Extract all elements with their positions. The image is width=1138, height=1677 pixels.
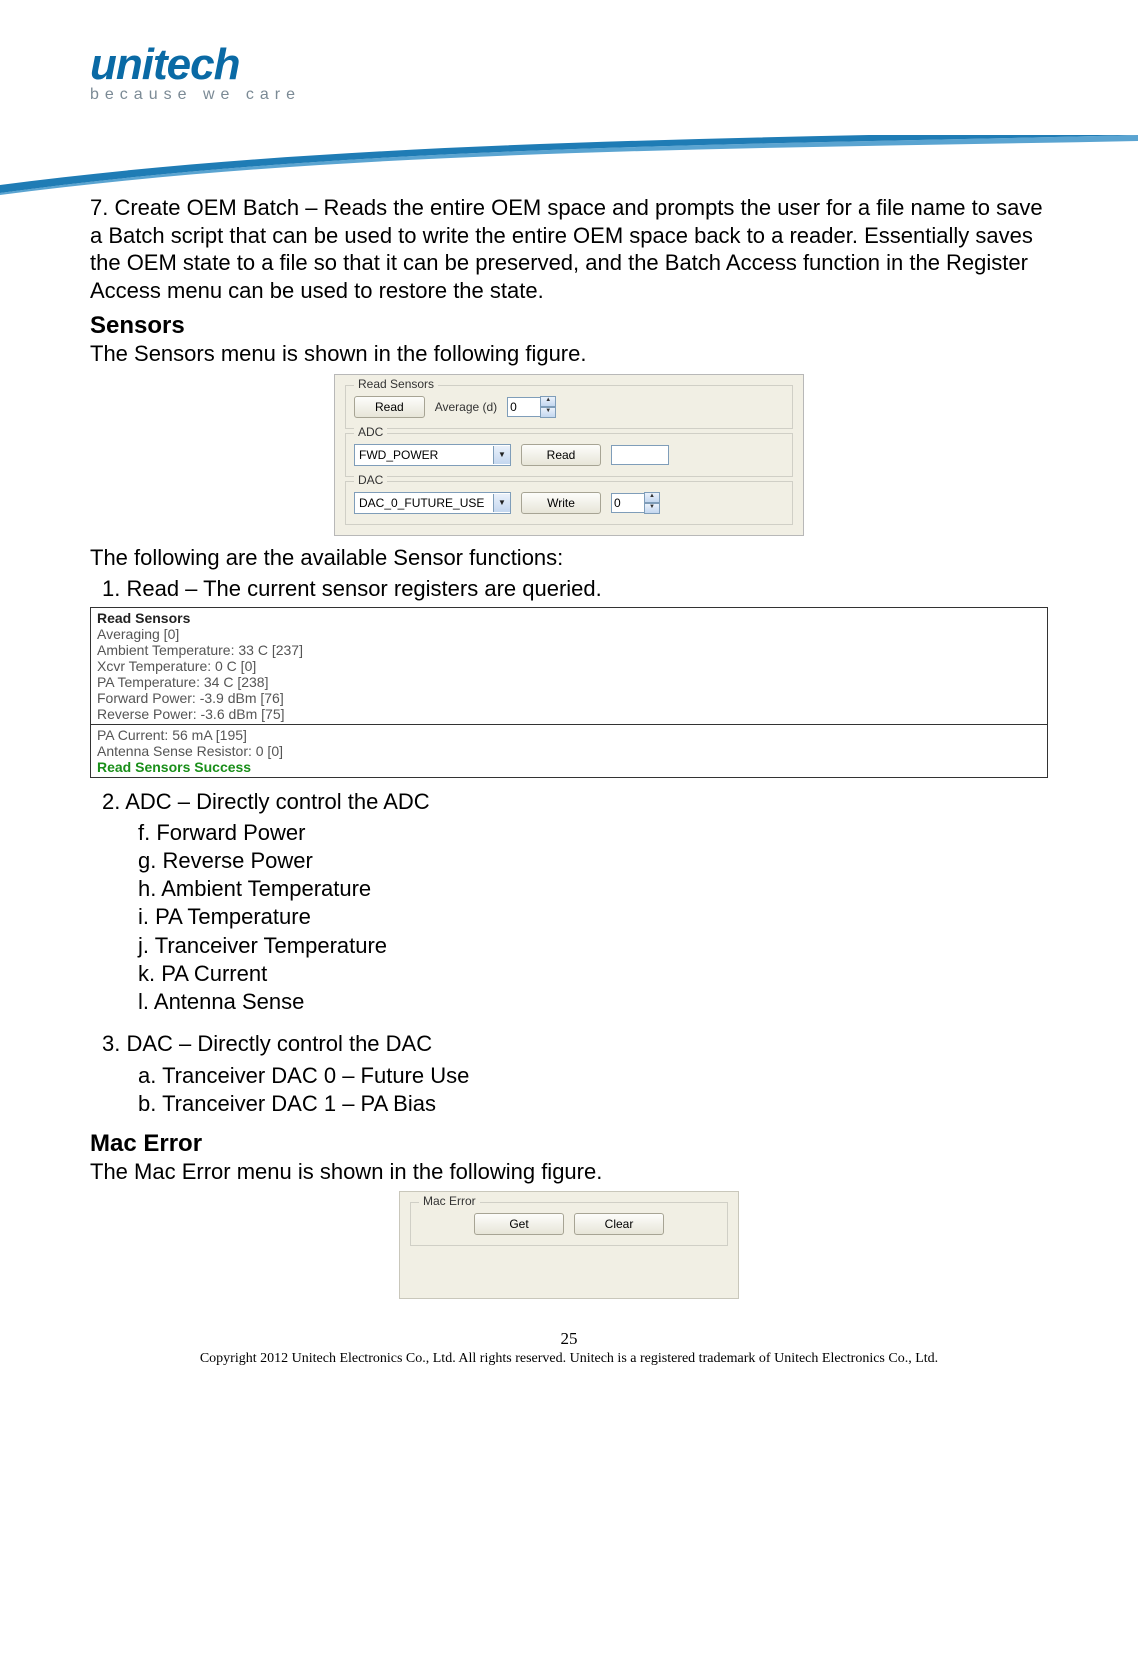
page-number: 25 — [90, 1329, 1048, 1349]
logo-area: unitech because we care — [90, 40, 1048, 104]
copyright-text: Copyright 2012 Unitech Electronics Co., … — [90, 1351, 1048, 1367]
adc-combobox[interactable]: FWD_POWER ▼ — [354, 444, 511, 466]
adc-group: ADC FWD_POWER ▼ Read — [345, 433, 793, 477]
mac-error-intro: The Mac Error menu is shown in the follo… — [90, 1158, 1048, 1186]
spin-down-icon[interactable]: ▼ — [540, 407, 556, 418]
dac-value-input[interactable] — [611, 493, 645, 513]
dac-group: DAC DAC_0_FUTURE_USE ▼ Write ▲ ▼ — [345, 481, 793, 525]
dac-selected-value: DAC_0_FUTURE_USE — [355, 496, 493, 510]
adc-selected-value: FWD_POWER — [355, 448, 493, 462]
dac-combobox[interactable]: DAC_0_FUTURE_USE ▼ — [354, 492, 511, 514]
chevron-down-icon[interactable]: ▼ — [493, 446, 510, 464]
adc-read-button[interactable]: Read — [521, 444, 601, 466]
dac-sub-item: a. Tranceiver DAC 0 – Future Use — [138, 1062, 1048, 1090]
sensor-item-3: 3. DAC – Directly control the DAC — [102, 1030, 1048, 1058]
paragraph-7: 7. Create OEM Batch – Reads the entire O… — [90, 194, 1048, 304]
mac-error-group-title: Mac Error — [419, 1194, 480, 1208]
read-output-line: Forward Power: -3.9 dBm [76] — [97, 690, 1041, 706]
adc-sub-item: g. Reverse Power — [138, 847, 1048, 875]
read-sensors-group-title: Read Sensors — [354, 377, 438, 391]
adc-sub-item: k. PA Current — [138, 960, 1048, 988]
read-sensors-output: Read Sensors Averaging [0] Ambient Tempe… — [90, 607, 1048, 778]
logo-tagline: because we care — [90, 86, 1048, 104]
average-value-input[interactable] — [507, 397, 541, 417]
sensor-item-2: 2. ADC – Directly control the ADC — [102, 788, 1048, 816]
chevron-down-icon[interactable]: ▼ — [493, 494, 510, 512]
section-title-mac-error: Mac Error — [90, 1130, 1048, 1158]
adc-sub-item: f. Forward Power — [138, 819, 1048, 847]
dac-write-button[interactable]: Write — [521, 492, 601, 514]
dac-group-title: DAC — [354, 473, 387, 487]
mac-error-group: Mac Error Get Clear — [410, 1202, 728, 1246]
read-output-line: Ambient Temperature: 33 C [237] — [97, 642, 1041, 658]
spin-down-icon[interactable]: ▼ — [644, 503, 660, 514]
logo-brand: unitech — [90, 40, 1048, 90]
read-button[interactable]: Read — [354, 396, 425, 418]
average-label: Average (d) — [435, 400, 497, 414]
spin-up-icon[interactable]: ▲ — [540, 396, 556, 407]
mac-error-clear-button[interactable]: Clear — [574, 1213, 664, 1235]
adc-group-title: ADC — [354, 425, 387, 439]
adc-readout-box — [611, 445, 669, 465]
adc-sub-item: h. Ambient Temperature — [138, 875, 1048, 903]
read-output-title: Read Sensors — [97, 610, 1041, 626]
sensor-item-1: 1. Read – The current sensor registers a… — [102, 575, 1048, 603]
spin-up-icon[interactable]: ▲ — [644, 492, 660, 503]
read-output-line: PA Current: 56 mA [195] — [97, 727, 1041, 743]
footer: 25 Copyright 2012 Unitech Electronics Co… — [90, 1329, 1048, 1367]
figure-sensors-panel: Read Sensors Read Average (d) ▲ ▼ ADC — [334, 374, 804, 536]
mac-error-get-button[interactable]: Get — [474, 1213, 564, 1235]
adc-sub-item: i. PA Temperature — [138, 903, 1048, 931]
figure-mac-error-panel: Mac Error Get Clear — [399, 1191, 739, 1299]
read-sensors-group: Read Sensors Read Average (d) ▲ ▼ — [345, 385, 793, 429]
read-output-line: PA Temperature: 34 C [238] — [97, 674, 1041, 690]
dac-value-spinner[interactable]: ▲ ▼ — [611, 492, 660, 514]
read-output-success: Read Sensors Success — [97, 759, 1041, 775]
adc-sub-item: l. Antenna Sense — [138, 988, 1048, 1016]
average-spinner[interactable]: ▲ ▼ — [507, 396, 556, 418]
sensor-functions-intro: The following are the available Sensor f… — [90, 544, 1048, 572]
read-output-line: Averaging [0] — [97, 626, 1041, 642]
sensors-intro: The Sensors menu is shown in the followi… — [90, 340, 1048, 368]
section-title-sensors: Sensors — [90, 312, 1048, 340]
read-output-line: Reverse Power: -3.6 dBm [75] — [97, 706, 1041, 722]
read-output-line: Antenna Sense Resistor: 0 [0] — [97, 743, 1041, 759]
read-output-line: Xcvr Temperature: 0 C [0] — [97, 658, 1041, 674]
adc-sub-item: j. Tranceiver Temperature — [138, 932, 1048, 960]
header-swoosh-decoration — [0, 135, 1138, 195]
dac-sub-item: b. Tranceiver DAC 1 – PA Bias — [138, 1090, 1048, 1118]
